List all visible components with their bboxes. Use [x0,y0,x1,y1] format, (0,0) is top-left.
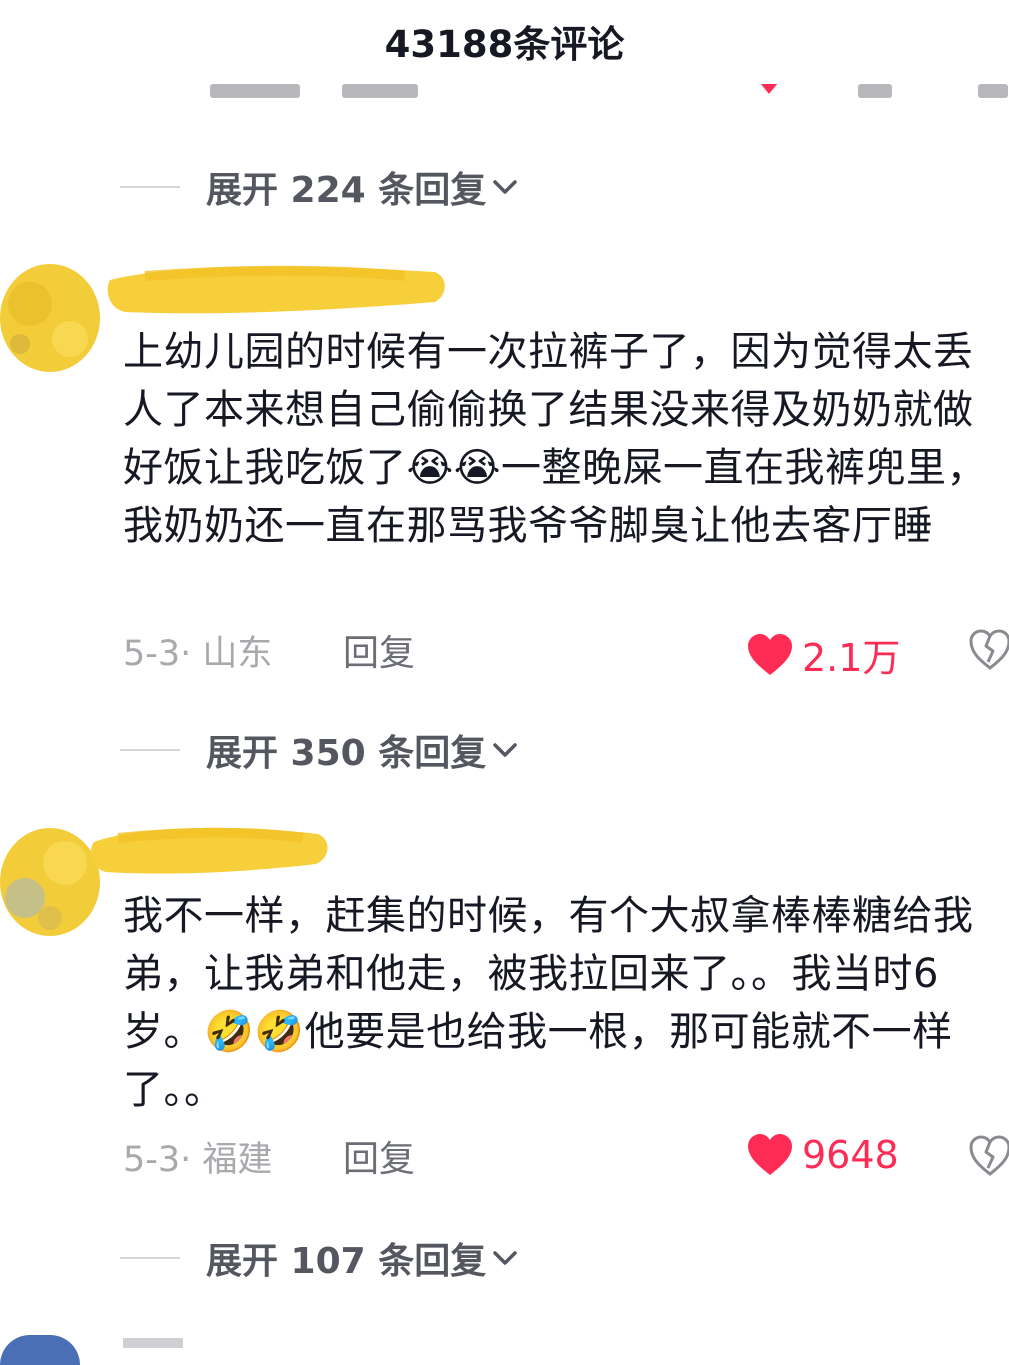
like-button[interactable]: 2.1万 [746,627,900,682]
broken-heart-icon[interactable] [968,628,1009,672]
username-censored[interactable] [105,258,450,320]
username-partial [123,1338,183,1348]
comment-meta: 5-3· 福建 回复 9648 [123,1131,1009,1181]
expand-replies-row[interactable]: 展开 107 条回复 [120,1233,520,1283]
avatar[interactable] [0,828,100,936]
expand-replies-label: 展开 107 条回复 [206,1241,487,1282]
heart-icon [748,633,792,675]
expand-replies-row[interactable]: 展开 350 条回复 [120,725,520,775]
comment-count-title: 43188条评论 [384,23,625,66]
expand-replies-row[interactable]: 展开 224 条回复 [120,162,520,212]
heart-icon [748,1134,792,1175]
comment-text: 上幼儿园的时候有一次拉裤子了，因为觉得太丢人了本来想自己偷偷换了结果没来得及奶奶… [123,329,987,549]
avatar[interactable] [0,264,100,372]
broken-heart-icon[interactable] [968,1134,1009,1178]
comment-meta: 5-3· 山东 回复 2.1万 [123,624,1009,680]
username-censored[interactable] [88,818,333,880]
like-count: 9648 [802,1133,899,1177]
avatar[interactable] [0,1335,80,1365]
expand-replies-label: 展开 350 条回复 [206,733,487,774]
comment-date-location: 5-3· 山东 [123,633,273,674]
expand-replies-label: 展开 224 条回复 [206,170,487,211]
chevron-down-icon [493,1251,517,1265]
comment-text: 我不一样，赶集的时候，有个大叔拿棒棒糖给我弟，让我弟和他走，被我拉回来了。。我当… [123,893,974,1113]
chevron-down-icon [493,180,517,194]
like-count: 2.1万 [802,636,901,680]
divider-line [120,1257,180,1259]
comment-date-location: 5-3· 福建 [123,1139,273,1180]
divider-line [120,749,180,751]
divider-line [120,186,180,188]
like-button[interactable]: 9648 [746,1133,899,1177]
reply-button[interactable]: 回复 [343,1130,415,1182]
chevron-down-icon [493,743,517,757]
comments-header: 43188条评论 [0,0,1009,82]
previous-comment-remnant [0,84,1009,106]
reply-button[interactable]: 回复 [343,624,415,676]
